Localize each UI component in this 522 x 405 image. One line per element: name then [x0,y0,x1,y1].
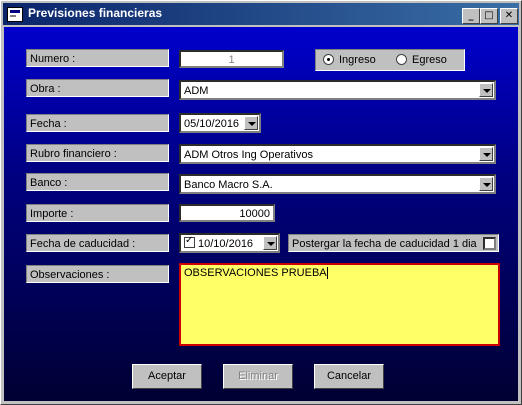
numero-label: Numero : [26,49,169,67]
eliminar-button[interactable]: Eliminar [223,364,293,389]
observaciones-label: Observaciones : [26,265,169,283]
rubro-value: ADM Otros Ing Operativos [184,149,313,161]
app-icon [7,7,23,22]
chevron-down-icon[interactable] [479,177,493,191]
postergar-option[interactable]: Postergar la fecha de caducidad 1 dia [288,234,499,252]
aceptar-button[interactable]: Aceptar [132,364,202,389]
fecha-value: 05/10/2016 [184,118,240,130]
importe-label: Importe : [26,204,169,222]
cancelar-button[interactable]: Cancelar [314,364,384,389]
chevron-down-icon[interactable] [263,236,277,250]
chevron-down-icon[interactable] [479,83,493,97]
tipo-radio-group: Ingreso Egreso [315,49,465,71]
title-bar[interactable]: Previsiones financieras _ □ ✕ [3,3,519,25]
fecha-date-picker[interactable]: 05/10/2016 [179,113,261,133]
maximize-icon: □ [484,10,494,21]
importe-field[interactable]: 10000 [179,204,275,222]
obra-label: Obra : [26,79,169,97]
fecha-caducidad-date-picker[interactable]: ✓ 10/10/2016 [179,233,280,253]
chevron-down-icon[interactable] [244,116,258,130]
ingreso-radio[interactable] [323,54,334,65]
check-icon: ✓ [185,235,194,246]
obra-select[interactable]: ADM [179,80,496,100]
rubro-select[interactable]: ADM Otros Ing Operativos [179,144,496,164]
window-title: Previsiones financieras [28,6,163,20]
obra-value: ADM [184,85,209,97]
main-window: Previsiones financieras _ □ ✕ Numero : 1… [0,0,522,405]
observaciones-textarea[interactable]: OBSERVACIONES PRUEBA [179,263,500,346]
observaciones-text: OBSERVACIONES PRUEBA [184,267,327,279]
maximize-button[interactable]: □ [480,8,498,24]
ingreso-label[interactable]: Ingreso [339,53,376,67]
banco-select[interactable]: Banco Macro S.A. [179,174,496,194]
fecha-caducidad-checkbox[interactable]: ✓ [184,235,195,248]
postergar-label: Postergar la fecha de caducidad 1 dia [292,238,477,250]
close-button[interactable]: ✕ [500,8,518,24]
postergar-checkbox[interactable] [483,237,496,250]
minimize-icon: _ [468,10,474,21]
chevron-down-icon[interactable] [479,147,493,161]
minimize-button[interactable]: _ [462,8,480,24]
banco-value: Banco Macro S.A. [184,179,273,191]
form-body: Numero : 1 Ingreso Egreso Obra : ADM Fec… [4,27,518,401]
numero-field[interactable]: 1 [179,50,284,68]
fecha-caducidad-value: 10/10/2016 [198,238,254,250]
fecha-caducidad-label: Fecha de caducidad : [26,234,169,252]
rubro-label: Rubro financiero : [26,144,169,162]
fecha-label: Fecha : [26,114,169,132]
text-cursor [326,267,328,280]
banco-label: Banco : [26,173,169,191]
egreso-radio[interactable] [396,54,407,65]
egreso-label[interactable]: Egreso [412,53,447,67]
close-icon: ✕ [504,10,514,21]
